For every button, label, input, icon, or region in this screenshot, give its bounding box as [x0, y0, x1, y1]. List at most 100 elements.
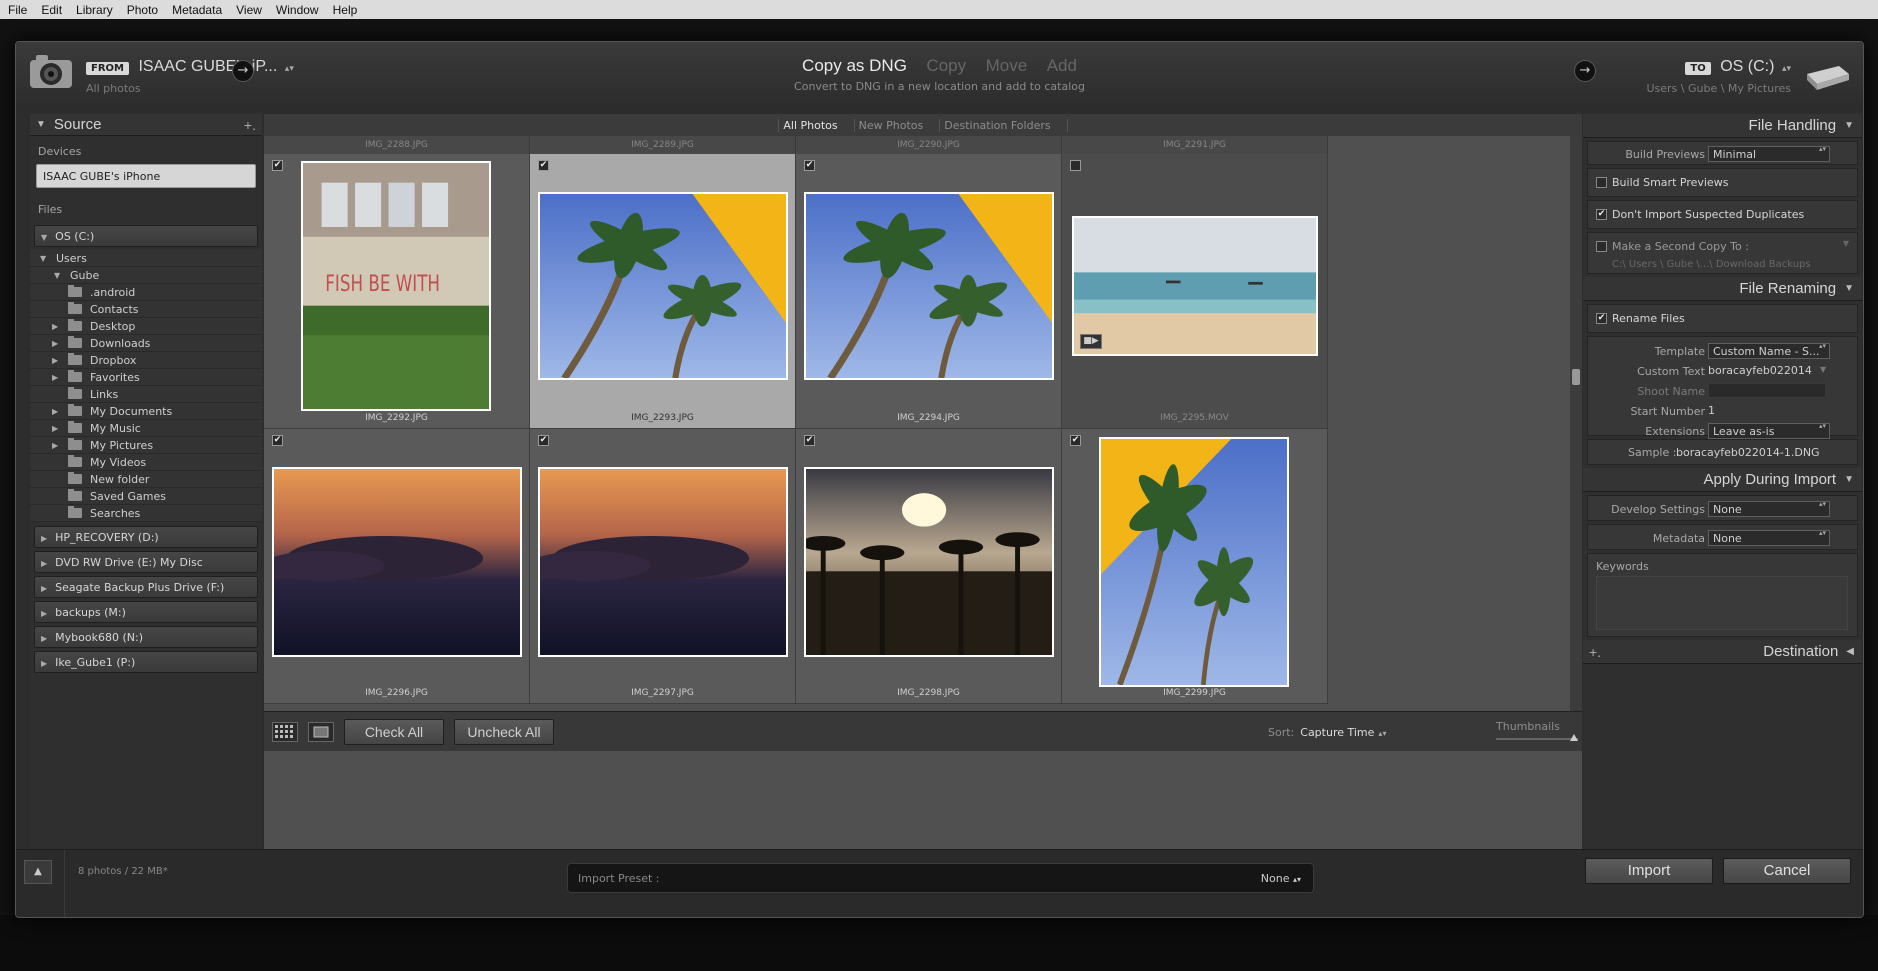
cancel-button[interactable]: Cancel	[1723, 858, 1851, 884]
photo-cell[interactable]: ✔ IMG_2299.JPG	[1062, 429, 1328, 704]
rename-files-checkbox[interactable]: ✔	[1596, 313, 1607, 324]
grid-scrollbar[interactable]	[1570, 136, 1582, 711]
collapse-triangle-icon[interactable]: ▼	[1844, 120, 1854, 131]
tree-folder[interactable]: .android	[30, 284, 262, 301]
expand-triangle-icon[interactable]: ▶	[52, 373, 62, 382]
mode-move[interactable]: Move	[986, 56, 1028, 75]
expand-triangle-icon[interactable]: ▶	[52, 441, 62, 450]
build-previews-select[interactable]: Minimal	[1708, 146, 1830, 162]
check-all-button[interactable]: Check All	[344, 719, 444, 745]
collapse-triangle-icon[interactable]: ▼	[36, 119, 46, 130]
sort-value[interactable]: Capture Time	[1300, 726, 1374, 739]
mode-copy-as-dng[interactable]: Copy as DNG	[802, 56, 907, 75]
include-checkbox[interactable]: ✔	[272, 160, 283, 171]
dropdown-icon[interactable]: ▼	[1843, 239, 1849, 248]
expand-triangle-icon[interactable]: ▶	[41, 534, 47, 543]
photo-cell[interactable]: ✔ IMG_2293.JPG	[530, 154, 796, 429]
add-icon[interactable]: +.	[244, 117, 256, 133]
tree-folder[interactable]: Contacts	[30, 301, 262, 318]
photo-thumbnail[interactable]	[1099, 437, 1289, 687]
tab-destination-folders[interactable]: Destination Folders	[939, 119, 1055, 132]
tree-folder[interactable]: My Videos	[30, 454, 262, 471]
sort-dropdown-icon[interactable]: ▴▾	[1378, 729, 1386, 738]
tree-item-gube[interactable]: ▼ Gube	[30, 267, 262, 284]
second-copy-row[interactable]: Make a Second Copy To : ▼	[1588, 233, 1857, 260]
import-preset-bar[interactable]: Import Preset : None ▴▾	[567, 863, 1314, 893]
expand-triangle-icon[interactable]: ▶	[52, 356, 62, 365]
menu-library[interactable]: Library	[76, 3, 113, 17]
source-panel-header[interactable]: ▼ Source +.	[30, 114, 262, 136]
file-handling-header[interactable]: File Handling ▼	[1583, 114, 1862, 138]
tab-new-photos[interactable]: New Photos	[853, 119, 928, 132]
expand-triangle-icon[interactable]: ▶	[52, 424, 62, 433]
photo-cell[interactable]: ✔ IMG_2298.JPG	[796, 429, 1062, 704]
tree-folder[interactable]: ▶ My Documents	[30, 403, 262, 420]
tree-folder[interactable]: ▶ Desktop	[30, 318, 262, 335]
thumbnail-size-slider[interactable]	[1496, 734, 1578, 741]
include-checkbox[interactable]: ✔	[804, 160, 815, 171]
tree-folder[interactable]: Searches	[30, 505, 262, 522]
grid-view-icon[interactable]	[272, 722, 298, 742]
destination-name[interactable]: OS (C:)	[1720, 58, 1774, 75]
expanded-triangle-icon[interactable]: ▼	[54, 271, 64, 280]
start-number-input[interactable]: 1	[1708, 404, 1715, 417]
apply-during-import-header[interactable]: Apply During Import ▼	[1583, 468, 1862, 492]
metadata-select[interactable]: None	[1708, 530, 1830, 546]
second-copy-checkbox[interactable]	[1596, 241, 1607, 252]
photo-cell[interactable]: ✔ IMG_2296.JPG	[264, 429, 530, 704]
tree-item-users[interactable]: ▼ Users	[30, 250, 262, 267]
duplicates-row[interactable]: ✔ Don't Import Suspected Duplicates	[1588, 201, 1857, 228]
expand-triangle-icon[interactable]: ▶	[52, 322, 62, 331]
smart-previews-checkbox[interactable]	[1596, 177, 1607, 188]
slider-knob[interactable]	[1570, 734, 1578, 741]
volume-os-c[interactable]: ▼ OS (C:)	[34, 225, 258, 247]
expanded-triangle-icon[interactable]: ▼	[41, 233, 47, 242]
expand-triangle-icon[interactable]: ▶	[41, 609, 47, 618]
collapse-triangle-icon[interactable]: ▼	[1844, 283, 1854, 294]
collapse-triangle-icon[interactable]: ▼	[1844, 474, 1854, 485]
device-iphone[interactable]: ISAAC GUBE's iPhone	[36, 164, 256, 188]
menu-window[interactable]: Window	[276, 3, 319, 17]
import-button[interactable]: Import	[1585, 858, 1713, 884]
photo-thumbnail[interactable]: ■▶	[1072, 216, 1318, 356]
template-select[interactable]: Custom Name - S...	[1708, 343, 1830, 359]
preset-select[interactable]: None ▴▾	[1261, 872, 1301, 885]
expand-triangle-icon[interactable]: ▶	[41, 584, 47, 593]
expand-triangle-icon[interactable]: ▶	[41, 659, 47, 668]
expand-triangle-icon[interactable]: ▶	[52, 339, 62, 348]
volume-item[interactable]: ▶ HP_RECOVERY (D:)	[34, 526, 258, 548]
tree-folder[interactable]: New folder	[30, 471, 262, 488]
photo-thumbnail[interactable]	[804, 467, 1054, 657]
shoot-name-input[interactable]	[1708, 383, 1826, 398]
include-checkbox[interactable]: ✔	[538, 160, 549, 171]
show-more-button[interactable]: ▲	[24, 860, 52, 884]
tree-folder[interactable]: Links	[30, 386, 262, 403]
uncheck-all-button[interactable]: Uncheck All	[454, 719, 554, 745]
photo-thumbnail[interactable]	[538, 467, 788, 657]
menu-metadata[interactable]: Metadata	[172, 3, 222, 17]
loupe-view-icon[interactable]	[308, 722, 334, 742]
volume-item[interactable]: ▶ Seagate Backup Plus Drive (F:)	[34, 576, 258, 598]
tree-folder[interactable]: ▶ Downloads	[30, 335, 262, 352]
smart-previews-row[interactable]: Build Smart Previews	[1588, 169, 1857, 196]
photo-cell[interactable]: ✔ IMG_2297.JPG	[530, 429, 796, 704]
file-renaming-header[interactable]: File Renaming ▼	[1583, 277, 1862, 301]
photo-cell[interactable]: ■▶ IMG_2295.MOV	[1062, 154, 1328, 429]
add-icon[interactable]: +.	[1589, 644, 1601, 660]
menu-view[interactable]: View	[236, 3, 262, 17]
include-checkbox[interactable]	[1070, 160, 1081, 171]
expand-triangle-icon[interactable]: ▶	[41, 634, 47, 643]
include-checkbox[interactable]: ✔	[272, 435, 283, 446]
photo-thumbnail[interactable]	[538, 192, 788, 380]
keywords-input[interactable]	[1596, 576, 1848, 630]
menu-file[interactable]: File	[8, 3, 27, 17]
mode-add[interactable]: Add	[1047, 56, 1077, 75]
include-checkbox[interactable]: ✔	[1070, 435, 1081, 446]
photo-thumbnail[interactable]: FISH BE WITH	[301, 161, 491, 411]
volume-item[interactable]: ▶ backups (M:)	[34, 601, 258, 623]
include-checkbox[interactable]: ✔	[538, 435, 549, 446]
volume-item[interactable]: ▶ Ike_Gube1 (P:)	[34, 651, 258, 673]
photo-thumbnail[interactable]	[272, 467, 522, 657]
tree-folder[interactable]: ▶ My Music	[30, 420, 262, 437]
scrollbar-thumb[interactable]	[1572, 369, 1580, 385]
